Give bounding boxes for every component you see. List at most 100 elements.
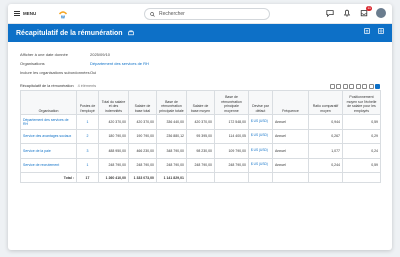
inbox-button[interactable]: 11 bbox=[359, 6, 372, 18]
column-header[interactable]: Base de rémunération principale totale bbox=[156, 90, 187, 115]
columns-icon[interactable] bbox=[355, 83, 361, 89]
base-princ-total-cell: 248 790,00 bbox=[156, 157, 187, 173]
param-row: Afficher à une date donnée 2025/09/10 bbox=[20, 50, 392, 59]
table-header-row: Organisation Postes de l'employé Total d… bbox=[20, 90, 381, 115]
org-link[interactable]: Service de la paie bbox=[20, 143, 77, 159]
excel-export-icon[interactable] bbox=[329, 83, 335, 89]
frequency-cell: Annuel bbox=[272, 128, 309, 144]
chat-icon bbox=[326, 10, 334, 17]
org-link[interactable]: Département des services de RH bbox=[20, 114, 77, 130]
menu-label: MENU bbox=[23, 11, 37, 16]
base-moy-cell: 95 395,00 bbox=[186, 128, 215, 144]
related-actions-icon[interactable] bbox=[127, 30, 134, 36]
grid-toolbar bbox=[329, 83, 380, 89]
ratio-cell: 1,077 bbox=[308, 143, 343, 159]
currency-cell[interactable]: $ US (USD) bbox=[248, 128, 273, 144]
org-link[interactable]: Service de recrutement bbox=[20, 157, 77, 173]
total-cell: 420 370,00 bbox=[98, 114, 129, 130]
column-header[interactable]: Salaire de base total bbox=[128, 90, 157, 115]
ratio-cell: 0,944 bbox=[308, 114, 343, 130]
menu-button[interactable]: MENU bbox=[14, 11, 36, 16]
chat-button[interactable] bbox=[325, 8, 335, 18]
base-total-cell: 248 790,00 bbox=[128, 157, 157, 173]
postes-cell[interactable]: 3 bbox=[76, 143, 99, 159]
base-total-cell: 466 230,00 bbox=[128, 143, 157, 159]
empty-cell bbox=[342, 172, 381, 183]
ratio-cell: 0,244 bbox=[308, 157, 343, 173]
table-row: Département des services de RH 1 420 370… bbox=[20, 114, 381, 130]
base-princ-total-cell: 348 790,00 bbox=[156, 143, 187, 159]
org-link[interactable]: Service des avantages sociaux bbox=[20, 128, 77, 144]
column-header[interactable]: Base de rémunération principale moyenne bbox=[214, 90, 249, 115]
table-view-icon[interactable] bbox=[368, 83, 374, 89]
grid-title: Récapitulatif de la rémunération bbox=[20, 84, 74, 88]
avatar[interactable] bbox=[376, 8, 386, 18]
grid-count: 4 éléments bbox=[77, 84, 97, 88]
base-moy-cell: 420 370,00 bbox=[186, 114, 215, 130]
param-label: Afficher à une date donnée bbox=[20, 52, 68, 57]
total-cell: 180 790,00 bbox=[98, 128, 129, 144]
empty-cell bbox=[248, 172, 273, 183]
workday-logo[interactable]: w bbox=[58, 9, 68, 19]
currency-cell[interactable]: $ US (USD) bbox=[248, 114, 273, 130]
base-princ-total-cell: 236 880,12 bbox=[156, 128, 187, 144]
notification-badge: 11 bbox=[366, 6, 372, 11]
column-header[interactable]: Salaire de base moyen bbox=[186, 90, 215, 115]
pdf-export-icon[interactable] bbox=[336, 83, 341, 89]
app-window: MENU w Rechercher 11 Récapitulatif de la… bbox=[8, 4, 392, 250]
empty-cell bbox=[186, 172, 215, 183]
empty-cell bbox=[308, 172, 343, 183]
position-cell: 0,59 bbox=[342, 114, 381, 130]
sort-icon[interactable] bbox=[349, 83, 354, 89]
frequency-cell: Annuel bbox=[272, 143, 309, 159]
base-total-cell: 420 370,00 bbox=[128, 114, 157, 130]
svg-text:w: w bbox=[60, 15, 65, 20]
search-icon bbox=[150, 11, 155, 17]
position-cell: 0,24 bbox=[342, 143, 381, 159]
total-label: Total : bbox=[20, 172, 77, 183]
postes-cell[interactable]: 1 bbox=[76, 157, 99, 173]
currency-cell[interactable]: $ US (USD) bbox=[248, 157, 273, 173]
hamburger-icon bbox=[14, 11, 20, 16]
base-princ-moy-cell: 109 790,00 bbox=[214, 143, 249, 159]
report-parameters: Afficher à une date donnée 2025/09/10 Or… bbox=[8, 42, 392, 77]
column-header[interactable]: Postes de l'employé bbox=[76, 90, 99, 115]
organization-link[interactable]: Département des services de RH bbox=[90, 61, 149, 66]
total-cell: 488 950,00 bbox=[98, 143, 129, 159]
position-cell: 0,59 bbox=[342, 157, 381, 173]
column-header[interactable]: Devise par défaut bbox=[248, 90, 273, 115]
base-princ-moy-cell: 114 400,05 bbox=[214, 128, 249, 144]
total-base: 1 333 073,00 bbox=[128, 172, 157, 183]
bell-icon bbox=[343, 9, 351, 17]
base-total-cell: 190 790,00 bbox=[128, 128, 157, 144]
filter-icon[interactable] bbox=[342, 83, 348, 89]
page-title: Récapitulatif de la rémunération bbox=[16, 29, 123, 37]
total-base-princ: 1 141 829,01 bbox=[156, 172, 187, 183]
postes-cell[interactable]: 1 bbox=[76, 114, 99, 130]
notifications-button[interactable] bbox=[342, 8, 352, 18]
column-header[interactable]: Ratio comparatif moyen bbox=[308, 90, 343, 115]
column-header[interactable]: Positionnement moyen sur l'échelle de sa… bbox=[342, 90, 381, 115]
total-sum: 1 260 410,00 bbox=[98, 172, 129, 183]
grid-view-icon[interactable] bbox=[375, 83, 380, 89]
base-princ-moy-cell: 172 548,00 bbox=[214, 114, 249, 130]
column-header[interactable]: Total du salaire et des indemnités bbox=[98, 90, 129, 115]
export-icon[interactable] bbox=[364, 28, 370, 34]
postes-cell[interactable]: 2 bbox=[76, 128, 99, 144]
column-header[interactable]: Organisation bbox=[20, 90, 77, 115]
table-row: Service des avantages sociaux 2 180 790,… bbox=[20, 128, 381, 144]
page-header: Récapitulatif de la rémunération bbox=[8, 24, 392, 42]
table-row: Service de la paie 3 488 950,00 466 230,… bbox=[20, 143, 381, 159]
base-princ-moy-cell: 248 790,00 bbox=[214, 157, 249, 173]
empty-cell bbox=[272, 172, 309, 183]
table-row: Service de recrutement 1 248 790,00 248 … bbox=[20, 157, 381, 173]
search-field[interactable]: Rechercher bbox=[144, 8, 270, 20]
table-total-row: Total : 17 1 260 410,00 1 333 073,00 1 1… bbox=[20, 172, 381, 183]
param-label: Organisations bbox=[20, 61, 45, 66]
fullscreen-icon[interactable] bbox=[362, 83, 367, 89]
position-cell: 0,29 bbox=[342, 128, 381, 144]
total-cell: 248 790,00 bbox=[98, 157, 129, 173]
column-header[interactable]: Fréquence bbox=[272, 90, 309, 115]
print-icon[interactable] bbox=[378, 28, 384, 34]
currency-cell[interactable]: $ US (USD) bbox=[248, 143, 273, 159]
